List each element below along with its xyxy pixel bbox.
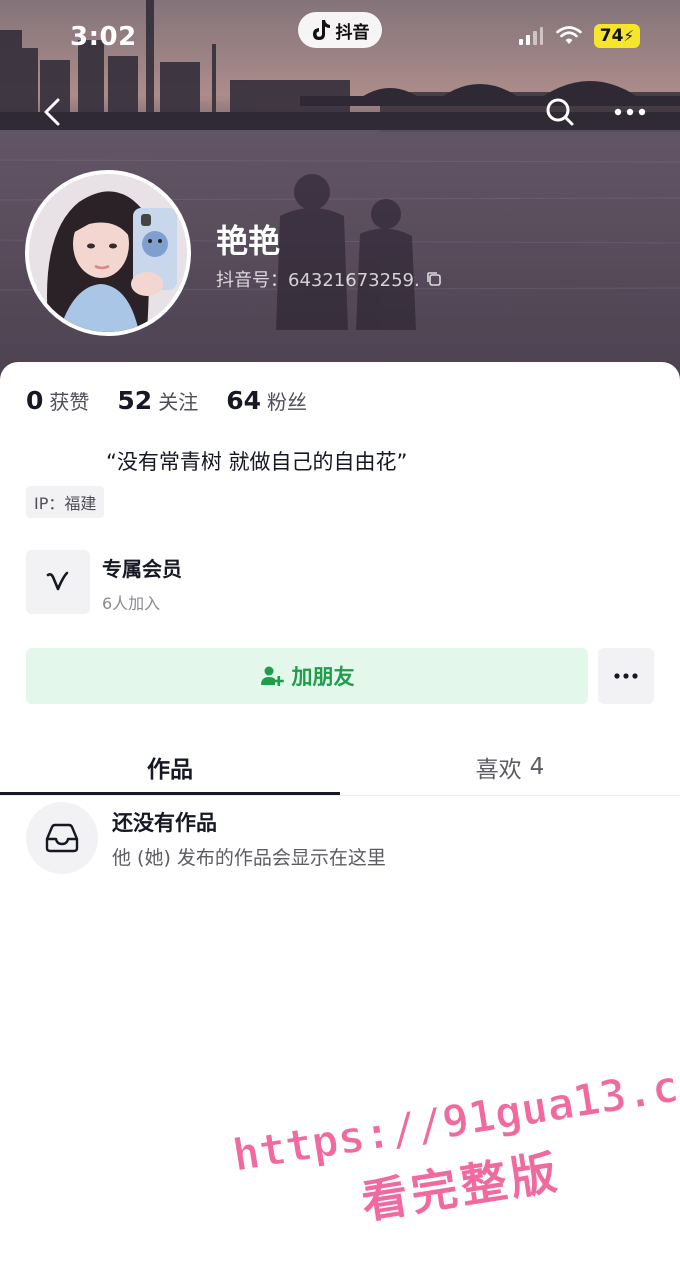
membership-title: 专属会员 [102,556,182,581]
ip-location-tag: IP：福建 [26,486,105,518]
avatar[interactable] [25,170,191,336]
tab-likes-count: 4 [529,754,545,780]
content-tabs: 作品 喜欢 4 [0,738,680,796]
app-switch-pill[interactable]: 抖音 [298,12,382,48]
inbox-tray-icon [45,823,79,853]
avatar-photo [29,174,187,332]
empty-icon-circle [26,802,98,874]
bio-text: “没有常青树 就做自己的自由花” [106,450,408,474]
add-friend-label: 加朋友 [291,665,355,689]
douyin-id-text: 抖音号：64321673259. [216,270,420,291]
tab-likes-label: 喜欢 [475,757,522,783]
stat-following-label: 关注 [158,390,199,414]
exclusive-membership-card[interactable]: 专属会员 6人加入 [26,550,326,616]
copy-icon[interactable] [426,271,442,287]
empty-title: 还没有作品 [112,810,217,835]
search-icon [546,98,574,126]
signal-icon [518,27,543,45]
stat-followers-label: 粉丝 [267,390,307,414]
tab-likes[interactable]: 喜欢 4 [340,738,680,796]
search-button[interactable] [540,92,580,132]
membership-text: 专属会员 6人加入 [102,550,182,616]
membership-v-icon [46,571,69,591]
membership-subtitle: 6人加入 [102,593,161,613]
active-tab-indicator [0,792,340,795]
stat-likes-count: 0 [26,386,44,415]
stat-following-count: 52 [117,386,153,415]
stat-following[interactable]: 52 关注 [117,386,198,415]
add-user-icon [260,666,284,686]
stat-likes[interactable]: 0 获赞 [26,386,89,415]
charging-icon: ⚡ [623,27,634,45]
back-button[interactable] [34,92,74,132]
status-indicators: 74 ⚡ [518,24,640,48]
stat-followers-count: 64 [226,386,261,415]
stat-likes-label: 获赞 [49,390,90,414]
empty-subtitle: 他 (她) 发布的作品会显示在这里 [112,846,386,869]
more-horizontal-icon [614,673,638,679]
tiktok-logo-icon [312,20,330,40]
membership-icon-box [26,550,90,614]
stats-row: 0 获赞 52 关注 64 粉丝 [26,386,307,415]
more-options-button[interactable] [608,92,652,132]
battery-indicator: 74 ⚡ [593,24,640,48]
chevron-left-icon [44,98,60,126]
more-horizontal-icon [614,108,646,116]
more-actions-button[interactable] [598,648,654,704]
tab-works[interactable]: 作品 [0,738,340,796]
empty-text: 还没有作品 他 (她) 发布的作品会显示在这里 [112,807,386,870]
douyin-id: 抖音号：64321673259. [216,266,442,292]
nickname: 艳艳 [216,222,281,260]
empty-works-state: 还没有作品 他 (她) 发布的作品会显示在这里 [26,802,386,874]
app-name: 抖音 [335,22,370,43]
add-friend-button[interactable]: 加朋友 [26,648,588,704]
stat-followers[interactable]: 64 粉丝 [226,386,307,415]
wifi-icon [555,26,582,44]
battery-level: 74 [599,26,624,46]
status-time: 3:02 [70,22,137,52]
